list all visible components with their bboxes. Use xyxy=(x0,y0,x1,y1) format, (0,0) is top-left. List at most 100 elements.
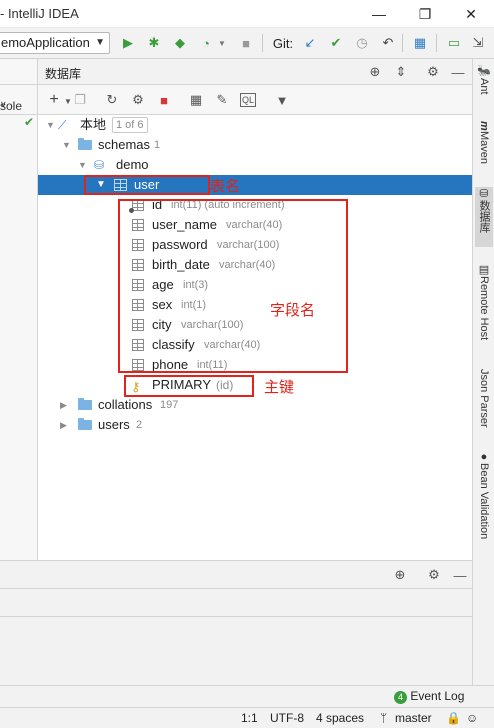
tab-database-label: 数据库 xyxy=(478,200,490,233)
copy-icon[interactable]: ❐ xyxy=(70,90,90,110)
tree-row-users[interactable]: ▶ users 2 xyxy=(38,415,472,435)
project-panel-header xyxy=(0,59,38,85)
schema-icon[interactable]: ⚙ xyxy=(128,90,148,110)
title-bar: - IntelliJ IDEA — ❐ ✕ xyxy=(0,0,494,28)
event-log-button[interactable]: 4 Event Log xyxy=(394,689,464,704)
lock-icon[interactable]: 🔒 xyxy=(446,711,461,725)
bean-validation-icon: ● xyxy=(478,451,490,463)
tree-row-collations[interactable]: ▶ collations 197 xyxy=(38,395,472,415)
right-tool-stripe: 🐜 Ant m Maven ⛁ 数据库 ▤ Remote Host Json Parse… xyxy=(472,59,494,685)
filter-icon[interactable]: ▼ xyxy=(272,90,292,110)
schema-icon: ⛁ xyxy=(94,158,105,172)
run-config-label: emoApplication xyxy=(1,35,90,50)
crosshair-icon[interactable]: ⊕ xyxy=(365,62,385,82)
tab-bean-validation[interactable]: ● Bean Validation xyxy=(475,451,493,561)
tree-row-primary-key[interactable]: ⚷ PRIMARY (id) xyxy=(38,375,472,395)
tab-ant-label: Ant xyxy=(478,78,490,95)
console-icon[interactable]: QL xyxy=(240,93,256,107)
maven-icon: m xyxy=(478,121,490,131)
git-commit-icon[interactable]: ✔ xyxy=(326,33,346,53)
expand-arrow-icon[interactable]: ▶ xyxy=(60,415,67,435)
cursor-position[interactable]: 1:1 xyxy=(241,711,258,725)
tree-row-demo[interactable]: ▼ ⛁ demo xyxy=(38,155,472,175)
users-count: 2 xyxy=(136,419,143,431)
git-branch-icon: ᛘ xyxy=(380,711,388,725)
git-update-icon[interactable]: ↙ xyxy=(300,33,320,53)
edit-icon[interactable]: ✎ xyxy=(212,90,232,110)
schemas-count: 1 xyxy=(154,139,161,151)
git-rollback-icon[interactable]: ↶ xyxy=(378,33,398,53)
window-title: - IntelliJ IDEA xyxy=(0,6,79,21)
main-toolbar: emoApplication ▼ ▶ ✱ ◆ ◔ ▼ ■ Git: ↙ ✔ ◷ … xyxy=(0,28,494,59)
remote-host-icon: ▤ xyxy=(477,263,490,276)
ant-icon: 🐜 xyxy=(477,65,490,79)
users-label: users xyxy=(98,417,130,432)
database-toolbar: + ▼ ❐ ↻ ⚙ ■ ▦ ✎ QL ▼ xyxy=(38,85,472,115)
close-button[interactable]: ✕ xyxy=(448,0,494,28)
bottom-panel-body xyxy=(0,589,472,685)
annotation-box-fields xyxy=(118,199,348,373)
expand-arrow-icon[interactable]: ▼ xyxy=(78,155,87,175)
project-structure-icon[interactable]: ▦ xyxy=(410,33,430,53)
file-encoding[interactable]: UTF-8 xyxy=(270,711,304,725)
project-panel-toolbar: sole ∨ xyxy=(0,85,38,115)
collapse-icon[interactable]: ⇕ xyxy=(391,62,411,82)
event-log-badge: 4 xyxy=(394,691,407,704)
coverage-icon[interactable]: ◆ xyxy=(170,33,190,53)
annotation-box-table xyxy=(84,175,210,195)
indent-setting[interactable]: 4 spaces xyxy=(316,711,364,725)
tool-window-bar: 4 Event Log xyxy=(0,685,494,707)
debug-icon[interactable]: ✱ xyxy=(144,33,164,53)
terminal-icon[interactable]: ▭ xyxy=(444,33,464,53)
collations-count: 197 xyxy=(160,399,179,411)
tab-ant[interactable]: 🐜 Ant xyxy=(475,65,493,115)
profile-dropdown-icon[interactable]: ▼ xyxy=(212,33,232,53)
hide-icon[interactable]: — xyxy=(450,565,470,585)
chevron-down-icon: ▼ xyxy=(95,37,105,48)
database-panel-title: 数据库 xyxy=(45,67,82,81)
gear-icon[interactable]: ⚙ xyxy=(423,62,443,82)
expand-arrow-icon[interactable]: ▼ xyxy=(46,115,55,135)
schema-label: demo xyxy=(116,157,149,172)
tab-json-parser[interactable]: Json Parser xyxy=(475,369,493,435)
run-config-select[interactable]: emoApplication ▼ xyxy=(0,32,110,54)
git-history-icon[interactable]: ◷ xyxy=(352,33,372,53)
tree-row-root[interactable]: ▼ ⟋ 本地 1 of 6 xyxy=(38,115,472,135)
minimize-button[interactable]: — xyxy=(356,0,402,28)
page-badge: 1 of 6 xyxy=(112,117,148,133)
tree-row-schemas[interactable]: ▼ schemas 1 xyxy=(38,135,472,155)
git-label: Git: xyxy=(272,35,294,51)
notification-icon[interactable]: ☺ xyxy=(466,711,478,725)
schemas-label: schemas xyxy=(98,137,151,152)
hide-icon[interactable]: — xyxy=(448,62,468,82)
toolbar-divider xyxy=(436,34,437,52)
annotation-box-primary xyxy=(124,375,254,397)
run-icon[interactable]: ▶ xyxy=(118,33,138,53)
stop-icon[interactable]: ■ xyxy=(154,90,174,110)
tab-remote-host-label: Remote Host xyxy=(478,276,490,341)
folder-icon xyxy=(78,398,92,410)
maximize-icon[interactable]: ⇲ xyxy=(468,33,488,53)
stop-icon[interactable]: ■ xyxy=(236,33,256,53)
tab-maven[interactable]: m Maven xyxy=(475,121,493,179)
folder-icon xyxy=(78,138,92,150)
check-icon: ✔ xyxy=(24,115,35,129)
annotation-table-name: 表名 xyxy=(210,178,241,195)
tab-database[interactable]: ⛁ 数据库 xyxy=(475,187,493,247)
crosshair-icon[interactable]: ⊕ xyxy=(390,565,410,585)
table-view-icon[interactable]: ▦ xyxy=(186,90,206,110)
database-icon: ⛁ xyxy=(477,187,490,200)
refresh-icon[interactable]: ↻ xyxy=(102,90,122,110)
git-branch[interactable]: master xyxy=(395,711,432,725)
divider xyxy=(0,616,472,617)
collations-label: collations xyxy=(98,397,153,412)
restore-button[interactable]: ❐ xyxy=(402,0,448,28)
tab-maven-label: Maven xyxy=(478,130,490,164)
toolbar-divider xyxy=(262,34,263,52)
gear-icon[interactable]: ⚙ xyxy=(424,565,444,585)
tab-remote-host[interactable]: ▤ Remote Host xyxy=(475,263,493,357)
database-panel: 数据库 ⊕ ⇕ ⚙ — + ▼ ❐ ↻ ⚙ ■ ▦ ✎ QL ▼ ▼ ⟋ 本地 … xyxy=(38,59,472,560)
annotation-field-name: 字段名 xyxy=(270,302,316,319)
expand-arrow-icon[interactable]: ▼ xyxy=(62,135,71,155)
expand-arrow-icon[interactable]: ▶ xyxy=(60,395,67,415)
